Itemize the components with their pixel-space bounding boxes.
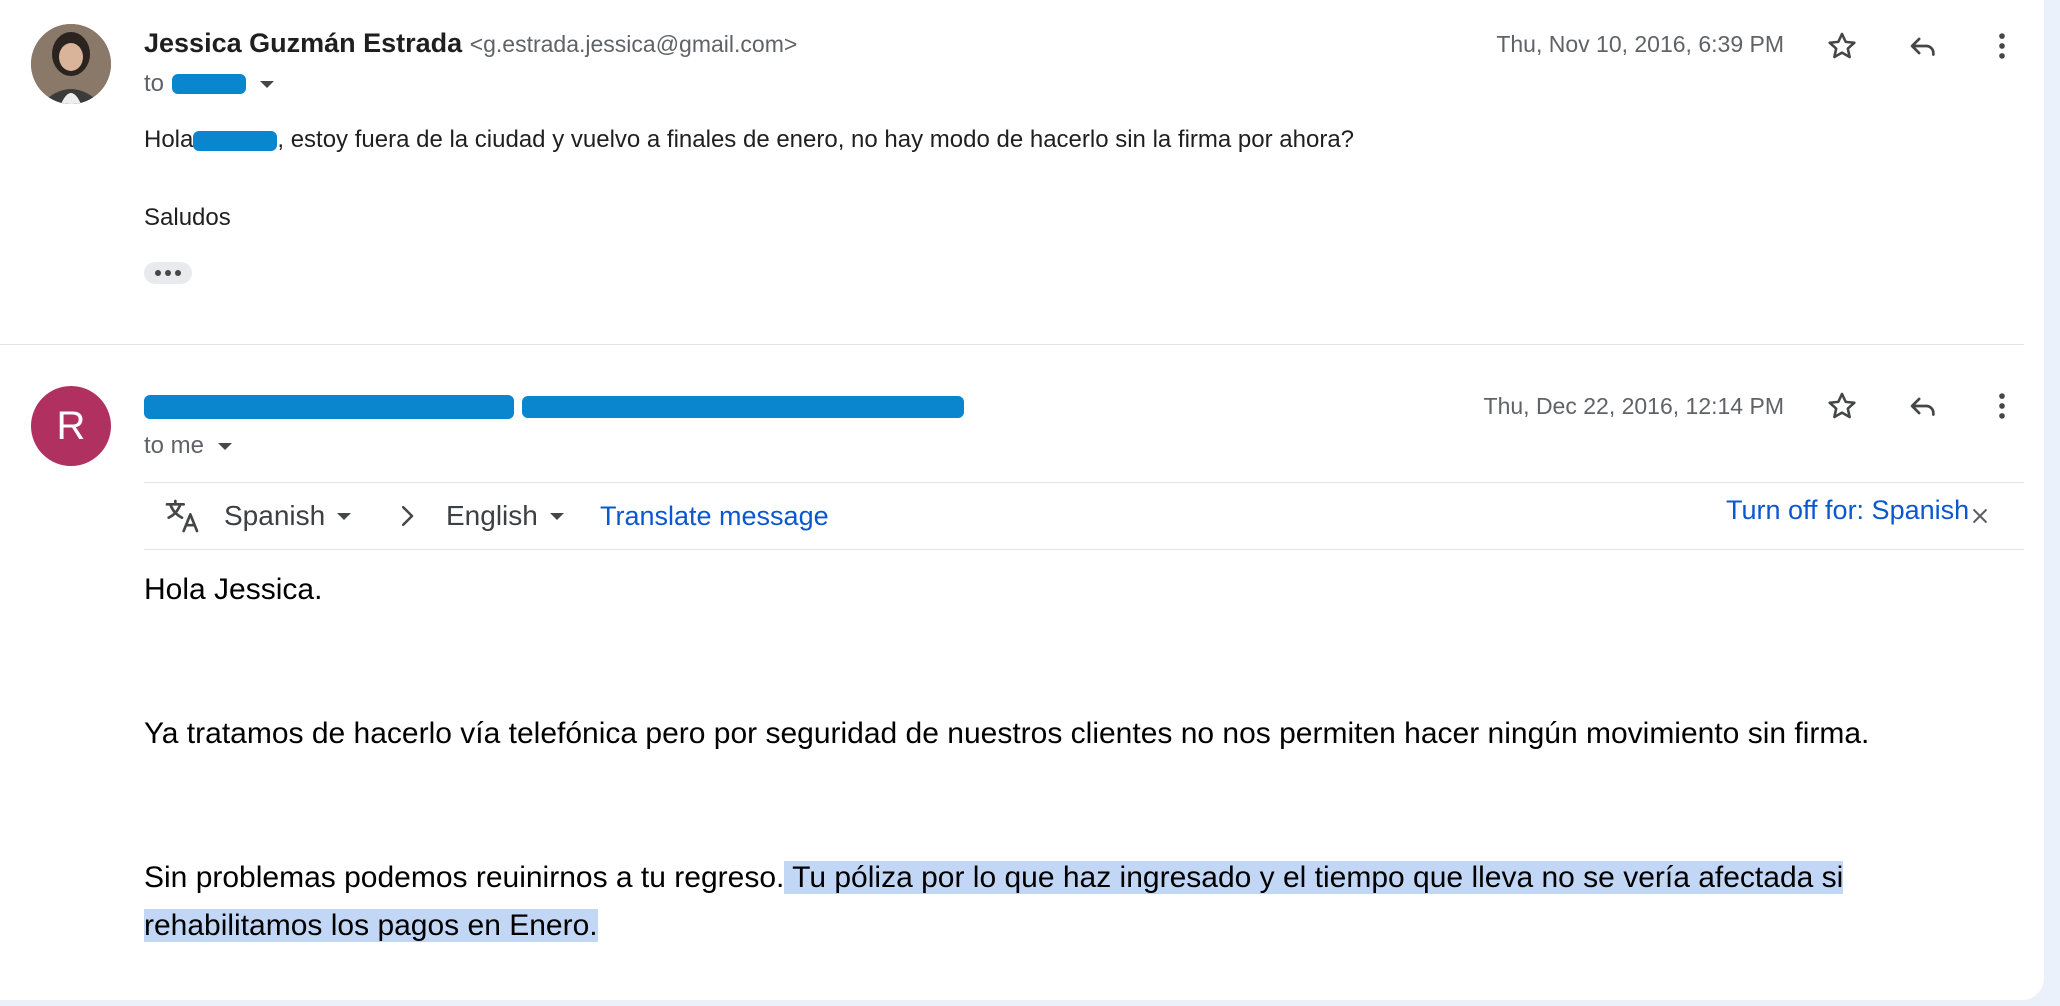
redacted-sender-name <box>144 394 514 419</box>
chevron-down-icon[interactable] <box>218 442 233 450</box>
more-vert-icon[interactable] <box>1980 24 2024 68</box>
source-language-select[interactable]: Spanish <box>224 483 352 549</box>
turn-off-translation-link[interactable]: Turn off for: Spanish <box>1726 477 1969 543</box>
sender-email: <g.estrada.jessica@gmail.com> <box>469 31 798 57</box>
translate-icon <box>162 483 202 549</box>
redacted-sender-email <box>521 395 964 418</box>
message-paragraph-1: Ya tratamos de hacerlo vía telefónica pe… <box>144 717 1870 750</box>
redacted-name <box>193 130 278 151</box>
show-trimmed-content-button[interactable] <box>144 262 192 284</box>
paragraph-2-highlight-b: rehabilitamos los pagos en Enero. <box>144 909 598 942</box>
reply-icon[interactable] <box>1900 384 1944 428</box>
chevron-down-icon <box>549 512 564 520</box>
redacted-recipient <box>172 74 247 94</box>
sender-avatar[interactable]: R <box>31 386 111 466</box>
target-language-label: English <box>446 500 538 531</box>
reply-icon[interactable] <box>1900 24 1944 68</box>
sender-avatar[interactable] <box>31 24 111 104</box>
paragraph-2-highlight-a: Tu póliza por lo que haz ingresado y el … <box>784 861 1844 894</box>
translate-bar: Spanish English Translate message Turn o… <box>144 482 2024 550</box>
email-thread: Jessica Guzmán Estrada <g.estrada.jessic… <box>0 0 2044 1000</box>
message-body-line: Hola , estoy fuera de la ciudad y vuelvo … <box>144 126 1354 154</box>
sender-line: Jessica Guzmán Estrada <g.estrada.jessic… <box>144 28 797 59</box>
recipients-line[interactable]: to me <box>144 432 233 460</box>
translate-message-link[interactable]: Translate message <box>600 483 829 549</box>
star-icon[interactable] <box>1820 384 1864 428</box>
more-vert-icon[interactable] <box>1980 384 2024 428</box>
chevron-down-icon[interactable] <box>260 80 275 88</box>
body-text: , estoy fuera de la ciudad y vuelvo a fi… <box>277 126 1355 153</box>
closing-text: Saludos <box>144 204 231 231</box>
message-date: Thu, Nov 10, 2016, 6:39 PM <box>1496 31 1784 57</box>
message-paragraph-2: Sin problemas podemos reuinirnos a tu re… <box>144 854 2014 950</box>
sender-name[interactable]: Jessica Guzmán Estrada <box>144 28 462 58</box>
close-icon[interactable] <box>1970 483 1990 549</box>
message-divider <box>0 344 2024 345</box>
greeting-text: Hola <box>144 126 194 153</box>
star-icon[interactable] <box>1820 24 1864 68</box>
target-language-select[interactable]: English <box>446 483 564 549</box>
source-language-label: Spanish <box>224 500 326 531</box>
to-label: to <box>144 70 165 97</box>
recipients-line[interactable]: to <box>144 70 275 98</box>
chevron-down-icon <box>337 512 352 520</box>
message-greeting: Hola Jessica. <box>144 573 323 606</box>
chevron-right-icon <box>392 483 422 549</box>
sender-line <box>144 390 964 421</box>
paragraph-2-plain: Sin problemas podemos reuinirnos a tu re… <box>144 861 785 894</box>
to-label: to me <box>144 432 205 459</box>
message-date: Thu, Dec 22, 2016, 12:14 PM <box>1483 393 1784 419</box>
